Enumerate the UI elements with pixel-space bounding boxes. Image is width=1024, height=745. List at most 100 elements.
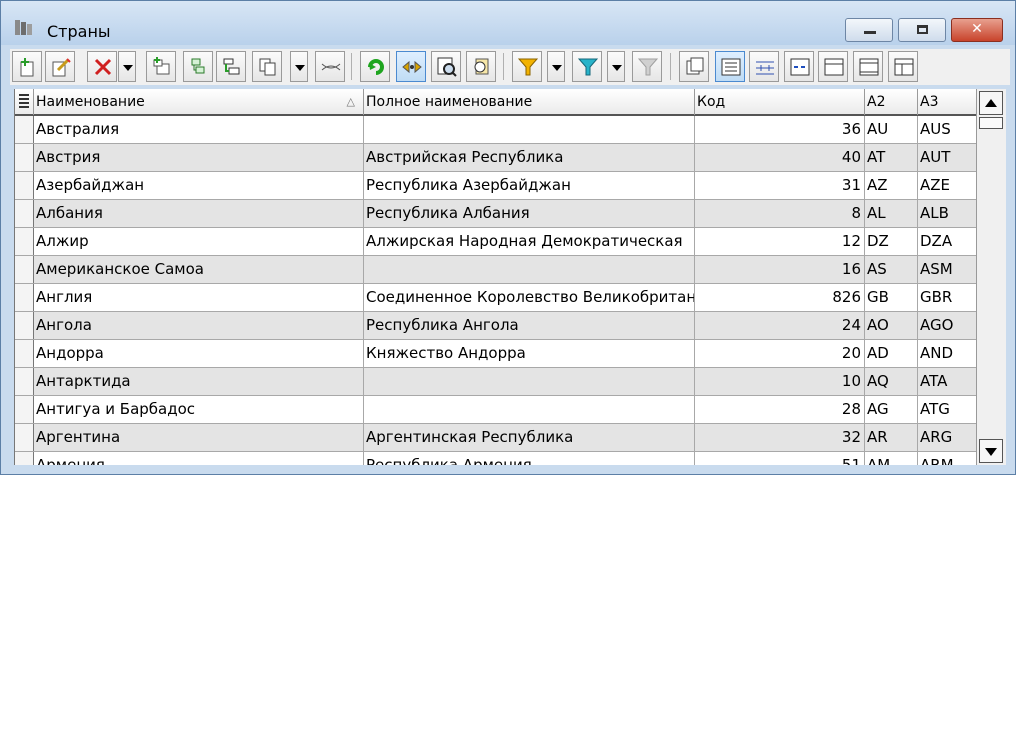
table-row[interactable]: Албания Республика Албания 8 AL ALB: [15, 200, 977, 228]
table-row[interactable]: Австралия 36 AU AUS: [15, 116, 977, 144]
minimize-button[interactable]: [845, 18, 893, 42]
table-cell[interactable]: [364, 116, 695, 143]
table-cell[interactable]: 36: [695, 116, 865, 143]
table-cell[interactable]: Республика Ангола: [364, 312, 695, 339]
table-cell[interactable]: DZA: [918, 228, 977, 255]
row-selector[interactable]: [15, 452, 34, 465]
copy-button[interactable]: [252, 51, 282, 82]
table-cell[interactable]: Республика Азербайджан: [364, 172, 695, 199]
row-selector[interactable]: [15, 424, 34, 451]
copy-dropdown[interactable]: [290, 51, 308, 82]
table-row[interactable]: Андорра Княжество Андорра 20 AD AND: [15, 340, 977, 368]
table-cell[interactable]: AM: [865, 452, 918, 465]
table-cell[interactable]: AUT: [918, 144, 977, 171]
table-cell[interactable]: ATG: [918, 396, 977, 423]
table-cell[interactable]: 12: [695, 228, 865, 255]
row-selector[interactable]: [15, 340, 34, 367]
table-cell[interactable]: Андорра: [34, 340, 364, 367]
table-cell[interactable]: DZ: [865, 228, 918, 255]
layout-full-button[interactable]: [853, 51, 883, 82]
table-cell[interactable]: 10: [695, 368, 865, 395]
table-cell[interactable]: Албания: [34, 200, 364, 227]
table-cell[interactable]: AGO: [918, 312, 977, 339]
table-cell[interactable]: AZE: [918, 172, 977, 199]
table-row[interactable]: Ангола Республика Ангола 24 AO AGO: [15, 312, 977, 340]
layout-top-button[interactable]: [818, 51, 848, 82]
table-cell[interactable]: AL: [865, 200, 918, 227]
title-bar[interactable]: Страны ✕: [1, 1, 1015, 45]
table-cell[interactable]: Республика Армения: [364, 452, 695, 465]
hierarchy-button[interactable]: [216, 51, 246, 82]
table-row[interactable]: Американское Самоа 16 AS ASM: [15, 256, 977, 284]
table-cell[interactable]: 28: [695, 396, 865, 423]
delete-dropdown[interactable]: [118, 51, 136, 82]
table-row[interactable]: Азербайджан Республика Азербайджан 31 AZ AZE: [15, 172, 977, 200]
table-cell[interactable]: [364, 396, 695, 423]
table-cell[interactable]: 8: [695, 200, 865, 227]
column-chooser-button[interactable]: [15, 89, 34, 115]
table-cell[interactable]: AS: [865, 256, 918, 283]
row-selector[interactable]: [15, 368, 34, 395]
edit-button[interactable]: [45, 51, 75, 82]
cut-button[interactable]: [315, 51, 345, 82]
scroll-thumb[interactable]: [979, 117, 1003, 129]
table-cell[interactable]: AO: [865, 312, 918, 339]
row-selector[interactable]: [15, 396, 34, 423]
column-header-full-name[interactable]: Полное наименование: [364, 89, 695, 115]
row-selector[interactable]: [15, 312, 34, 339]
row-selector[interactable]: [15, 284, 34, 311]
add-subitem-button[interactable]: [183, 51, 213, 82]
view-button[interactable]: [679, 51, 709, 82]
table-cell[interactable]: AZ: [865, 172, 918, 199]
table-cell[interactable]: ALB: [918, 200, 977, 227]
table-cell[interactable]: 826: [695, 284, 865, 311]
row-selector[interactable]: [15, 256, 34, 283]
table-cell[interactable]: GBR: [918, 284, 977, 311]
table-cell[interactable]: ATA: [918, 368, 977, 395]
table-cell[interactable]: Американское Самоа: [34, 256, 364, 283]
table-row[interactable]: Англия Соединенное Королевство Великобрит…: [15, 284, 977, 312]
add-group-button[interactable]: [146, 51, 176, 82]
delete-button[interactable]: [87, 51, 117, 82]
table-cell[interactable]: Австрия: [34, 144, 364, 171]
table-cell[interactable]: Аргентина: [34, 424, 364, 451]
filter-active-button[interactable]: [572, 51, 602, 82]
layout-grid-button[interactable]: [888, 51, 918, 82]
refresh-button[interactable]: [360, 51, 390, 82]
table-cell[interactable]: Ангола: [34, 312, 364, 339]
table-row[interactable]: Австрия Австрийская Республика 40 AT AUT: [15, 144, 977, 172]
filter-dropdown[interactable]: [547, 51, 565, 82]
table-cell[interactable]: Антарктида: [34, 368, 364, 395]
table-row[interactable]: Аргентина Аргентинская Республика 32 AR ARG: [15, 424, 977, 452]
columns-button[interactable]: [749, 51, 779, 82]
row-selector[interactable]: [15, 200, 34, 227]
table-cell[interactable]: 16: [695, 256, 865, 283]
table-cell[interactable]: Австрийская Республика: [364, 144, 695, 171]
table-cell[interactable]: Англия: [34, 284, 364, 311]
view-list-button[interactable]: [715, 51, 745, 82]
link-button[interactable]: [396, 51, 426, 82]
scroll-down-button[interactable]: [979, 439, 1003, 463]
table-cell[interactable]: ASM: [918, 256, 977, 283]
search-list-button[interactable]: [466, 51, 496, 82]
table-cell[interactable]: 24: [695, 312, 865, 339]
table-cell[interactable]: AU: [865, 116, 918, 143]
find-button[interactable]: [431, 51, 461, 82]
row-selector[interactable]: [15, 116, 34, 143]
table-cell[interactable]: AR: [865, 424, 918, 451]
table-row[interactable]: Армения Республика Армения 51 AM ARM: [15, 452, 977, 465]
table-cell[interactable]: 32: [695, 424, 865, 451]
table-cell[interactable]: Антигуа и Барбадос: [34, 396, 364, 423]
table-cell[interactable]: Алжир: [34, 228, 364, 255]
table-cell[interactable]: AT: [865, 144, 918, 171]
table-row[interactable]: Алжир Алжирская Народная Демократическая 1…: [15, 228, 977, 256]
table-cell[interactable]: Республика Албания: [364, 200, 695, 227]
table-cell[interactable]: Аргентинская Республика: [364, 424, 695, 451]
table-cell[interactable]: 20: [695, 340, 865, 367]
row-selector[interactable]: [15, 228, 34, 255]
column-header-name[interactable]: Наименование △: [34, 89, 364, 115]
close-button[interactable]: ✕: [951, 18, 1003, 42]
table-cell[interactable]: AND: [918, 340, 977, 367]
column-header-a2[interactable]: A2: [865, 89, 918, 115]
table-cell[interactable]: AUS: [918, 116, 977, 143]
